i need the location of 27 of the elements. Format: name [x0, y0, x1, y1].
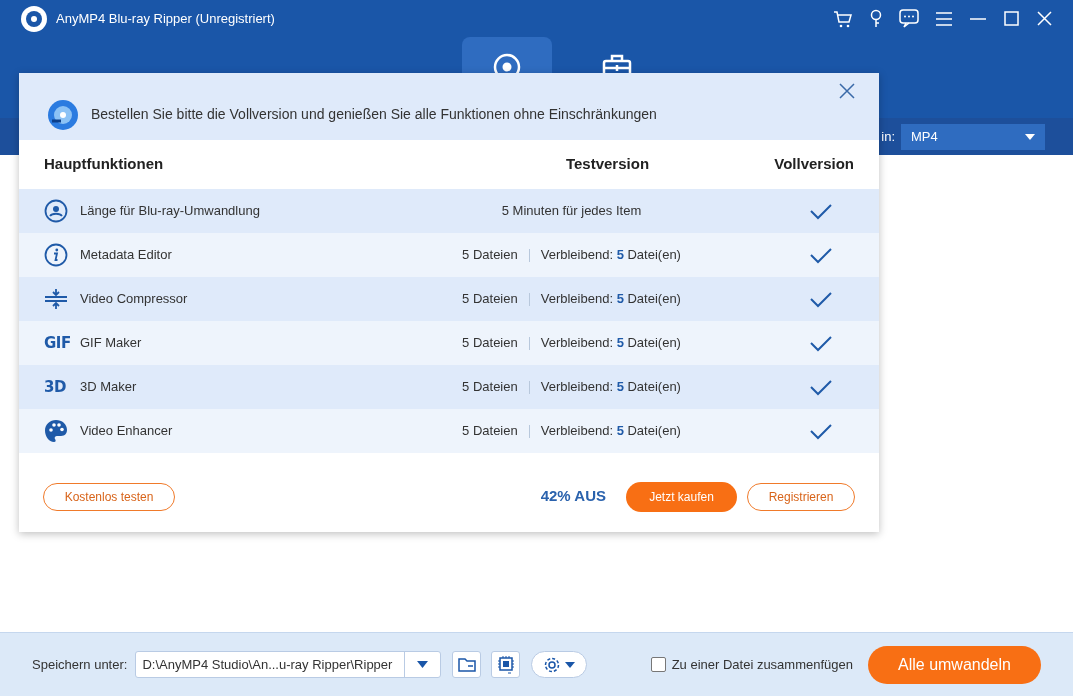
feature-icon-label: 3D [44, 379, 66, 395]
upgrade-message: Bestellen Sie bitte die Vollversion und genießen Sie alle Funktionen ohne Einschränkungen [91, 105, 657, 124]
feature-name: Länge für Blu-ray-Umwandlung [80, 202, 261, 221]
column-header: Hauptfunktionen [44, 154, 165, 175]
discount-label: 42% AUS [540, 486, 606, 507]
trial-limit: 5 Dateien [462, 246, 518, 265]
window-title: AnyMP4 Blu-ray Ripper (Unregistriert) [56, 9, 275, 28]
feature-name: Video Compressor [80, 290, 189, 309]
column-header: Testversion [564, 154, 651, 175]
feature-icon-label: GIF [44, 335, 71, 351]
trial-limit: 5 Minuten für jedes Item [501, 202, 642, 221]
feature-name: Video Enhancer [80, 422, 174, 441]
trial-limit: 5 Dateien [462, 378, 518, 397]
feature-name: 3D Maker [80, 378, 138, 397]
column-header: Vollversion [773, 154, 854, 175]
trial-limit: 5 Dateien [462, 422, 518, 441]
feature-name: GIF Maker [80, 334, 143, 353]
feature-name: Metadata Editor [80, 246, 173, 265]
trial-limit: 5 Dateien [462, 334, 518, 353]
format-label: in: [881, 127, 895, 146]
remaining-count: Verbleibend: 5 Datei(en) [540, 422, 681, 441]
remaining-count: Verbleibend: 5 Datei(en) [540, 378, 681, 397]
remaining-count: Verbleibend: 5 Datei(en) [540, 290, 681, 309]
remaining-count: Verbleibend: 5 Datei(en) [540, 246, 681, 265]
remaining-count: Verbleibend: 5 Datei(en) [540, 334, 681, 353]
trial-limit: 5 Dateien [462, 290, 518, 309]
save-label: Speichern unter: [32, 655, 128, 674]
